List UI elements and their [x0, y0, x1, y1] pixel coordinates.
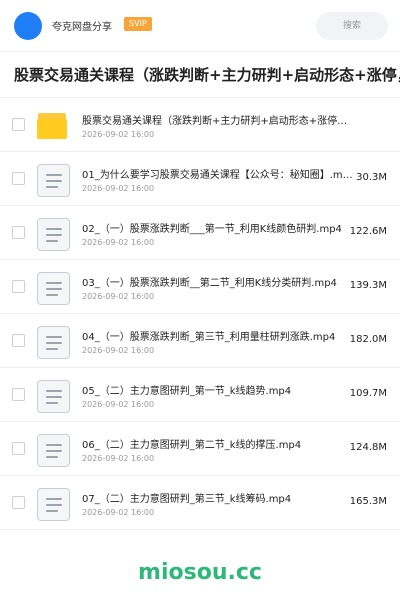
file-size: 165.3M: [349, 496, 387, 507]
row-checkbox[interactable]: [12, 496, 25, 509]
file-date: 2026-09-02 16:00: [82, 130, 155, 139]
file-name[interactable]: 06_（二）主力意图研判_第二节_k线的撑压.mp4: [82, 436, 354, 451]
video-file-icon: [37, 218, 70, 251]
file-row[interactable]: 01_为什么要学习股票交易通关课程【公众号：秘知圈】.mp4 2026-09-02…: [0, 152, 400, 206]
file-name[interactable]: 02_（一）股票涨跌判断___第一节_利用K线颜色研判.mp4: [82, 220, 354, 235]
file-row[interactable]: 04_（一）股票涨跌判断_第三节_利用量柱研判涨跌.mp4 2026-09-02 …: [0, 314, 400, 368]
video-file-icon: [37, 164, 70, 197]
watermark: miosou.cc: [138, 560, 262, 585]
file-date: 2026-09-02 16:00: [82, 346, 155, 355]
file-row[interactable]: 股票交易通关课程（涨跌判断+主力研判+启动形态+涨停战法） 2026-09-02 …: [0, 98, 400, 152]
row-checkbox[interactable]: [12, 334, 25, 347]
file-date: 2026-09-02 16:00: [82, 508, 155, 517]
video-file-icon: [37, 272, 70, 305]
file-list: 股票交易通关课程（涨跌判断+主力研判+启动形态+涨停战法） 2026-09-02 …: [0, 97, 400, 530]
file-size: 124.8M: [349, 442, 387, 453]
file-icon-box: [37, 110, 70, 143]
file-row[interactable]: 03_（一）股票涨跌判断__第二节_利用K线分类研判.mp4 2026-09-02…: [0, 260, 400, 314]
folder-icon: [37, 113, 67, 139]
file-name[interactable]: 01_为什么要学习股票交易通关课程【公众号：秘知圈】.mp4: [82, 166, 354, 181]
video-file-icon: [37, 434, 70, 467]
file-icon-box: [37, 272, 70, 305]
file-icon-box: [37, 164, 70, 197]
file-date: 2026-09-02 16:00: [82, 184, 155, 193]
row-checkbox[interactable]: [12, 388, 25, 401]
file-row[interactable]: 06_（二）主力意图研判_第二节_k线的撑压.mp4 2026-09-02 16:…: [0, 422, 400, 476]
row-checkbox[interactable]: [12, 172, 25, 185]
search-input[interactable]: 搜索: [316, 12, 388, 40]
file-name[interactable]: 股票交易通关课程（涨跌判断+主力研判+启动形态+涨停战法）: [82, 112, 354, 127]
avatar[interactable]: [14, 12, 42, 40]
file-date: 2026-09-02 16:00: [82, 238, 155, 247]
video-file-icon: [37, 380, 70, 413]
file-icon-box: [37, 218, 70, 251]
row-checkbox[interactable]: [12, 226, 25, 239]
file-size: 182.0M: [349, 334, 387, 345]
file-date: 2026-09-02 16:00: [82, 292, 155, 301]
file-size: 30.3M: [356, 172, 387, 183]
page-title: 股票交易通关课程（涨跌判断+主力研判+启动形态+涨停，: [14, 66, 400, 84]
file-size: 139.3M: [349, 280, 387, 291]
file-icon-box: [37, 380, 70, 413]
file-date: 2026-09-02 16:00: [82, 454, 155, 463]
file-name[interactable]: 07_（二）主力意图研判_第三节_k线筹码.mp4: [82, 490, 354, 505]
row-checkbox[interactable]: [12, 442, 25, 455]
file-row[interactable]: 05_（二）主力意图研判_第一节_k线趋势.mp4 2026-09-02 16:0…: [0, 368, 400, 422]
row-checkbox[interactable]: [12, 280, 25, 293]
file-row[interactable]: 07_（二）主力意图研判_第三节_k线筹码.mp4 2026-09-02 16:0…: [0, 476, 400, 530]
video-file-icon: [37, 326, 70, 359]
file-name[interactable]: 03_（一）股票涨跌判断__第二节_利用K线分类研判.mp4: [82, 274, 354, 289]
file-icon-box: [37, 434, 70, 467]
file-icon-box: [37, 326, 70, 359]
video-file-icon: [37, 488, 70, 521]
svip-badge: SVIP: [124, 17, 152, 31]
file-size: 109.7M: [349, 388, 387, 399]
username: 夸克网盘分享: [52, 22, 112, 33]
file-icon-box: [37, 488, 70, 521]
file-row[interactable]: 02_（一）股票涨跌判断___第一节_利用K线颜色研判.mp4 2026-09-0…: [0, 206, 400, 260]
app-header: 夸克网盘分享 SVIP 搜索: [0, 0, 400, 52]
file-date: 2026-09-02 16:00: [82, 400, 155, 409]
file-name[interactable]: 05_（二）主力意图研判_第一节_k线趋势.mp4: [82, 382, 354, 397]
file-name[interactable]: 04_（一）股票涨跌判断_第三节_利用量柱研判涨跌.mp4: [82, 328, 354, 343]
row-checkbox[interactable]: [12, 118, 25, 131]
file-size: 122.6M: [349, 226, 387, 237]
